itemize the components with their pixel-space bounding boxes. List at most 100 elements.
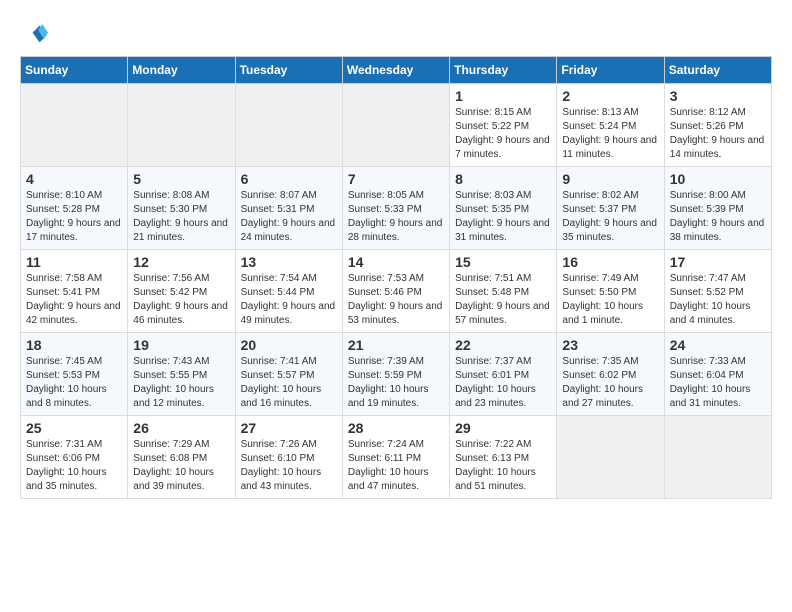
- calendar-cell: 18Sunrise: 7:45 AMSunset: 5:53 PMDayligh…: [21, 333, 128, 416]
- calendar-week-2: 4Sunrise: 8:10 AMSunset: 5:28 PMDaylight…: [21, 167, 772, 250]
- day-number: 29: [455, 420, 551, 436]
- calendar-cell: 29 Sunrise: 7:22 AMSunset: 6:13 PMDayligh…: [450, 416, 557, 499]
- day-number: 27: [241, 420, 337, 436]
- day-info: Sunrise: 7:22 AMSunset: 6:13 PMDaylight:…: [455, 438, 551, 494]
- page-header: [20, 16, 772, 48]
- calendar-cell: 25 Sunrise: 7:31 AMSunset: 6:06 PMDayligh…: [21, 416, 128, 499]
- day-number: 12: [133, 254, 229, 270]
- calendar-cell: 1Sunrise: 8:15 AMSunset: 5:22 PMDaylight…: [450, 84, 557, 167]
- calendar-cell: 22 Sunrise: 7:37 AMSunset: 6:01 PMDayligh…: [450, 333, 557, 416]
- day-info: Sunrise: 7:53 AMSunset: 5:46 PMDaylight:…: [348, 272, 444, 328]
- column-header-wednesday: Wednesday: [342, 57, 449, 84]
- calendar-week-1: 1Sunrise: 8:15 AMSunset: 5:22 PMDaylight…: [21, 84, 772, 167]
- day-info: Sunrise: 8:07 AMSunset: 5:31 PMDaylight:…: [241, 189, 337, 245]
- day-number: 16: [562, 254, 658, 270]
- day-info: Sunrise: 7:35 AMSunset: 6:02 PMDaylight:…: [562, 355, 658, 411]
- calendar-cell: 2 Sunrise: 8:13 AMSunset: 5:24 PMDaylight…: [557, 84, 664, 167]
- day-info: Sunrise: 7:51 AMSunset: 5:48 PMDaylight:…: [455, 272, 551, 328]
- day-info: Sunrise: 8:15 AMSunset: 5:22 PMDaylight:…: [455, 106, 551, 162]
- calendar-cell: [342, 84, 449, 167]
- day-number: 19: [133, 337, 229, 353]
- calendar-cell: 5 Sunrise: 8:08 AMSunset: 5:30 PMDaylight…: [128, 167, 235, 250]
- day-info: Sunrise: 7:47 AMSunset: 5:52 PMDaylight:…: [670, 272, 766, 328]
- day-info: Sunrise: 7:41 AMSunset: 5:57 PMDaylight:…: [241, 355, 337, 411]
- day-number: 8: [455, 171, 551, 187]
- calendar-header-row: SundayMondayTuesdayWednesdayThursdayFrid…: [21, 57, 772, 84]
- calendar-cell: 15 Sunrise: 7:51 AMSunset: 5:48 PMDayligh…: [450, 250, 557, 333]
- calendar-cell: 19 Sunrise: 7:43 AMSunset: 5:55 PMDayligh…: [128, 333, 235, 416]
- calendar-cell: [235, 84, 342, 167]
- calendar-week-4: 18Sunrise: 7:45 AMSunset: 5:53 PMDayligh…: [21, 333, 772, 416]
- column-header-tuesday: Tuesday: [235, 57, 342, 84]
- day-number: 15: [455, 254, 551, 270]
- calendar-table: SundayMondayTuesdayWednesdayThursdayFrid…: [20, 56, 772, 499]
- day-info: Sunrise: 7:43 AMSunset: 5:55 PMDaylight:…: [133, 355, 229, 411]
- calendar-cell: 13 Sunrise: 7:54 AMSunset: 5:44 PMDayligh…: [235, 250, 342, 333]
- day-info: Sunrise: 7:39 AMSunset: 5:59 PMDaylight:…: [348, 355, 444, 411]
- calendar-cell: 7 Sunrise: 8:05 AMSunset: 5:33 PMDaylight…: [342, 167, 449, 250]
- day-info: Sunrise: 7:29 AMSunset: 6:08 PMDaylight:…: [133, 438, 229, 494]
- day-number: 26: [133, 420, 229, 436]
- day-info: Sunrise: 7:45 AMSunset: 5:53 PMDaylight:…: [26, 355, 122, 411]
- logo: [20, 20, 52, 48]
- day-number: 23: [562, 337, 658, 353]
- day-number: 24: [670, 337, 766, 353]
- day-info: Sunrise: 7:37 AMSunset: 6:01 PMDaylight:…: [455, 355, 551, 411]
- day-number: 2: [562, 88, 658, 104]
- calendar-week-5: 25 Sunrise: 7:31 AMSunset: 6:06 PMDayligh…: [21, 416, 772, 499]
- day-number: 6: [241, 171, 337, 187]
- calendar-cell: 4Sunrise: 8:10 AMSunset: 5:28 PMDaylight…: [21, 167, 128, 250]
- column-header-sunday: Sunday: [21, 57, 128, 84]
- day-info: Sunrise: 7:49 AMSunset: 5:50 PMDaylight:…: [562, 272, 658, 328]
- day-info: Sunrise: 8:08 AMSunset: 5:30 PMDaylight:…: [133, 189, 229, 245]
- day-number: 21: [348, 337, 444, 353]
- calendar-cell: 17 Sunrise: 7:47 AMSunset: 5:52 PMDayligh…: [664, 250, 771, 333]
- calendar-cell: [664, 416, 771, 499]
- calendar-cell: 3Sunrise: 8:12 AMSunset: 5:26 PMDaylight…: [664, 84, 771, 167]
- calendar-cell: 26 Sunrise: 7:29 AMSunset: 6:08 PMDayligh…: [128, 416, 235, 499]
- calendar-cell: 16 Sunrise: 7:49 AMSunset: 5:50 PMDayligh…: [557, 250, 664, 333]
- day-number: 14: [348, 254, 444, 270]
- calendar-cell: [21, 84, 128, 167]
- day-info: Sunrise: 7:56 AMSunset: 5:42 PMDaylight:…: [133, 272, 229, 328]
- calendar-cell: 20 Sunrise: 7:41 AMSunset: 5:57 PMDayligh…: [235, 333, 342, 416]
- day-number: 17: [670, 254, 766, 270]
- day-number: 11: [26, 254, 122, 270]
- calendar-week-3: 11 Sunrise: 7:58 AMSunset: 5:41 PMDayligh…: [21, 250, 772, 333]
- day-info: Sunrise: 7:31 AMSunset: 6:06 PMDaylight:…: [26, 438, 122, 494]
- calendar-cell: 28Sunrise: 7:24 AMSunset: 6:11 PMDayligh…: [342, 416, 449, 499]
- day-info: Sunrise: 8:05 AMSunset: 5:33 PMDaylight:…: [348, 189, 444, 245]
- calendar-cell: 23 Sunrise: 7:35 AMSunset: 6:02 PMDayligh…: [557, 333, 664, 416]
- generalblue-logo-icon: [20, 20, 48, 48]
- calendar-cell: 8Sunrise: 8:03 AMSunset: 5:35 PMDaylight…: [450, 167, 557, 250]
- column-header-friday: Friday: [557, 57, 664, 84]
- calendar-cell: 24 Sunrise: 7:33 AMSunset: 6:04 PMDayligh…: [664, 333, 771, 416]
- calendar-cell: [128, 84, 235, 167]
- calendar-cell: [557, 416, 664, 499]
- day-info: Sunrise: 7:24 AMSunset: 6:11 PMDaylight:…: [348, 438, 444, 494]
- day-info: Sunrise: 8:13 AMSunset: 5:24 PMDaylight:…: [562, 106, 658, 162]
- calendar-cell: 12 Sunrise: 7:56 AMSunset: 5:42 PMDayligh…: [128, 250, 235, 333]
- day-number: 10: [670, 171, 766, 187]
- column-header-monday: Monday: [128, 57, 235, 84]
- day-number: 20: [241, 337, 337, 353]
- calendar-cell: 21 Sunrise: 7:39 AMSunset: 5:59 PMDayligh…: [342, 333, 449, 416]
- calendar-cell: 14 Sunrise: 7:53 AMSunset: 5:46 PMDayligh…: [342, 250, 449, 333]
- column-header-saturday: Saturday: [664, 57, 771, 84]
- day-info: Sunrise: 7:26 AMSunset: 6:10 PMDaylight:…: [241, 438, 337, 494]
- day-info: Sunrise: 8:10 AMSunset: 5:28 PMDaylight:…: [26, 189, 122, 245]
- day-info: Sunrise: 8:00 AMSunset: 5:39 PMDaylight:…: [670, 189, 766, 245]
- day-info: Sunrise: 8:02 AMSunset: 5:37 PMDaylight:…: [562, 189, 658, 245]
- calendar-cell: 9Sunrise: 8:02 AMSunset: 5:37 PMDaylight…: [557, 167, 664, 250]
- calendar-cell: 27 Sunrise: 7:26 AMSunset: 6:10 PMDayligh…: [235, 416, 342, 499]
- day-info: Sunrise: 7:33 AMSunset: 6:04 PMDaylight:…: [670, 355, 766, 411]
- day-number: 22: [455, 337, 551, 353]
- calendar-cell: 10 Sunrise: 8:00 AMSunset: 5:39 PMDayligh…: [664, 167, 771, 250]
- day-number: 25: [26, 420, 122, 436]
- day-number: 13: [241, 254, 337, 270]
- day-number: 5: [133, 171, 229, 187]
- day-info: Sunrise: 7:58 AMSunset: 5:41 PMDaylight:…: [26, 272, 122, 328]
- day-number: 7: [348, 171, 444, 187]
- day-info: Sunrise: 7:54 AMSunset: 5:44 PMDaylight:…: [241, 272, 337, 328]
- calendar-cell: 11 Sunrise: 7:58 AMSunset: 5:41 PMDayligh…: [21, 250, 128, 333]
